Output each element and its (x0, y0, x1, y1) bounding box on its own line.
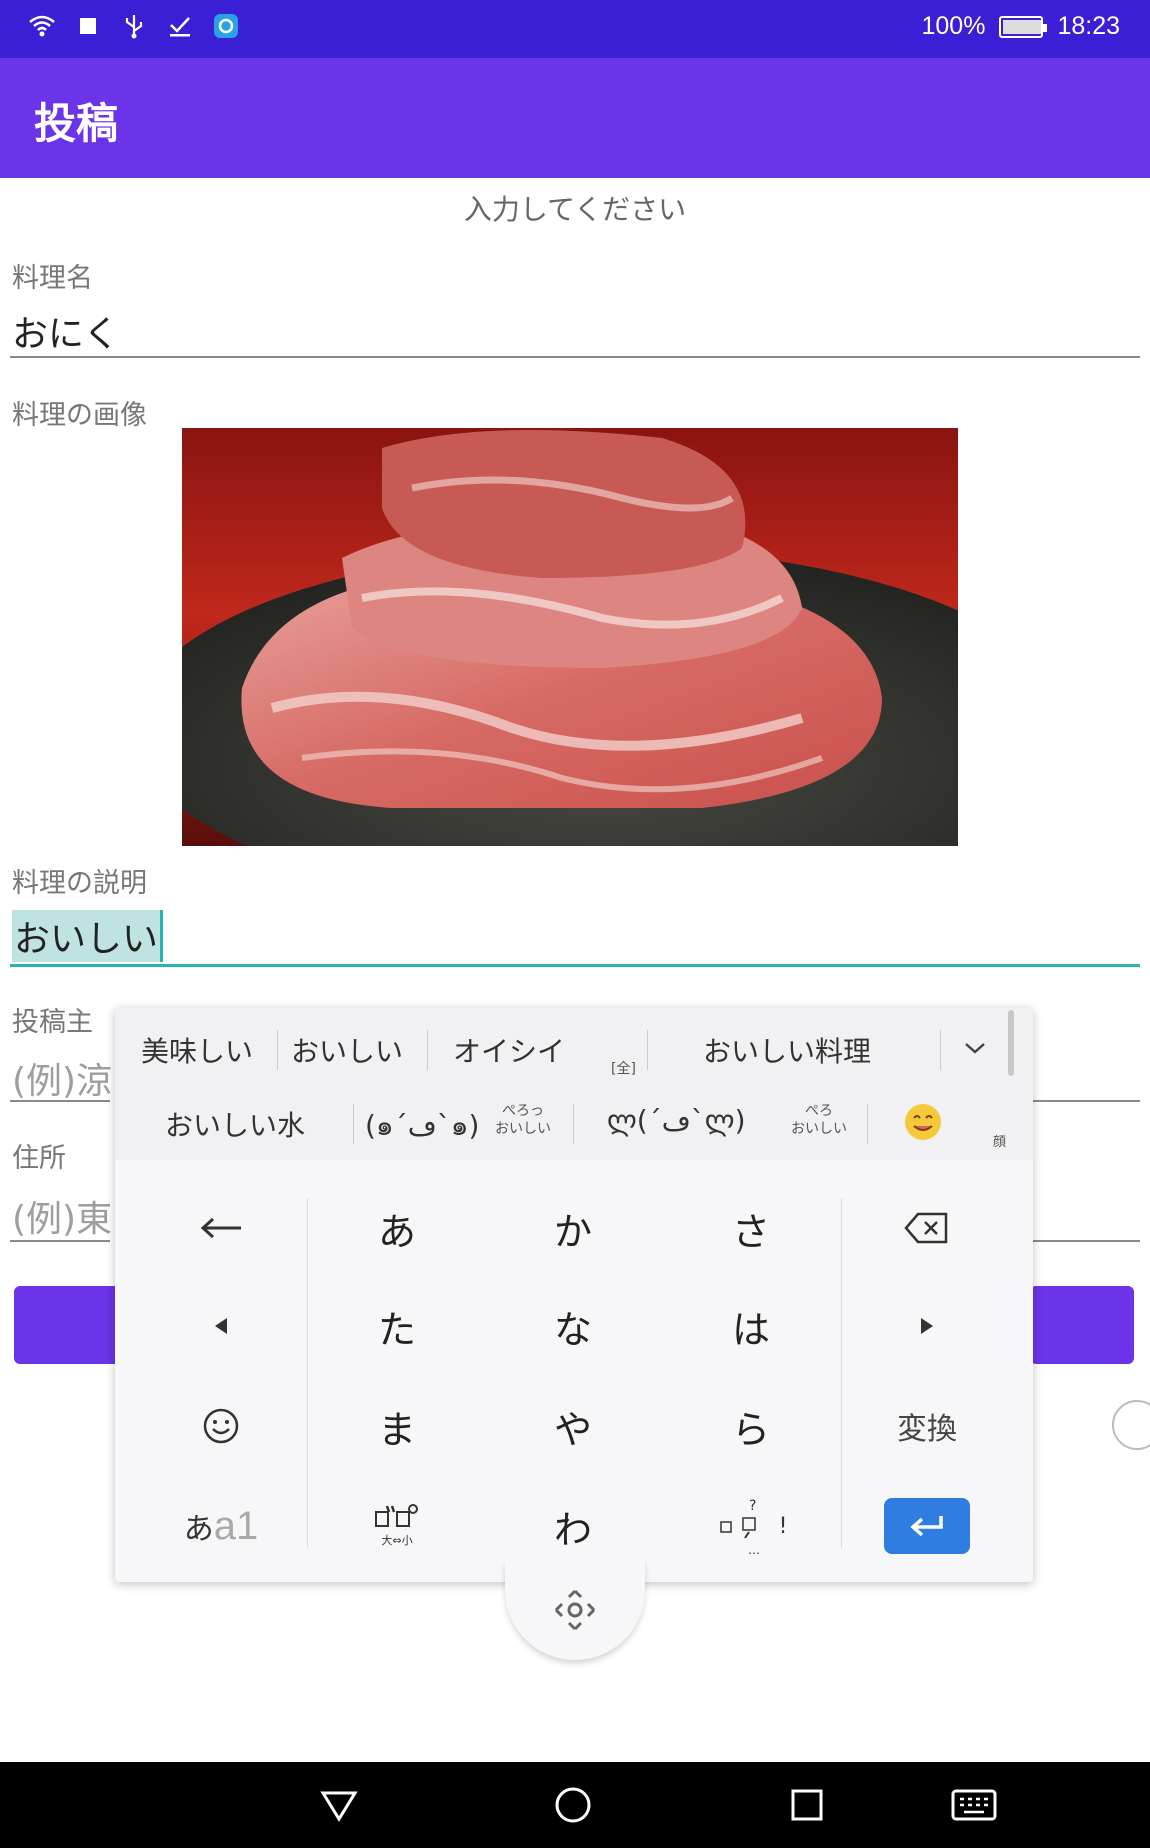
candidate-tag: [全] (611, 1061, 636, 1077)
candidate[interactable]: おいしい水 (165, 1104, 305, 1144)
poster-underline-left (10, 1100, 110, 1102)
key-ha[interactable]: は (663, 1278, 839, 1374)
submit-button-left[interactable] (14, 1286, 124, 1364)
svg-text:…: … (748, 1543, 760, 1556)
app-title: 投稿 (34, 99, 119, 148)
candidate-separator (647, 1030, 648, 1070)
candidate-separator (427, 1030, 428, 1070)
candidate-scrollbar[interactable] (1008, 1010, 1014, 1076)
clock: 18:23 (1057, 12, 1120, 40)
app-bar: 投稿 (0, 58, 1150, 178)
candidate-small-line2: おいしい (791, 1121, 847, 1137)
candidate[interactable]: オイシイ (453, 1030, 565, 1070)
dakuten-sub-label: 大⇔小 (381, 1534, 413, 1547)
svg-text:?: ? (749, 1498, 756, 1514)
backspace-key[interactable] (839, 1180, 1015, 1276)
chevron-down-icon[interactable] (963, 1040, 987, 1060)
address-underline-right (1030, 1240, 1140, 1242)
input-mode-key[interactable]: あ a1 (133, 1478, 309, 1574)
battery-icon (999, 15, 1048, 38)
undo-key[interactable] (133, 1180, 309, 1276)
dish-name-label: 料理名 (12, 263, 93, 294)
candidate[interactable]: 美味しい (141, 1030, 253, 1070)
candidate-small-line1: ぺろ (805, 1103, 833, 1119)
key-ma[interactable]: ま (309, 1378, 485, 1474)
keyboard-move-handle[interactable] (505, 1560, 645, 1660)
description-label: 料理の説明 (12, 868, 147, 899)
dish-name-underline (10, 356, 1140, 358)
address-label: 住所 (12, 1143, 66, 1174)
candidate-separator (940, 1030, 941, 1070)
wifi-icon (28, 12, 56, 40)
candidate[interactable]: ლ(´ڡ`ლ) (607, 1104, 746, 1137)
mode-alpha-label: a1 (213, 1503, 259, 1548)
address-input[interactable]: (例)東 (12, 1190, 112, 1242)
battery-percentage: 100% (921, 12, 986, 40)
address-underline-left (10, 1240, 110, 1242)
key-ka[interactable]: か (485, 1180, 661, 1276)
key-na[interactable]: な (485, 1278, 661, 1374)
candidate-separator (573, 1104, 574, 1144)
navigation-bar (0, 1762, 1150, 1848)
submit-button-right[interactable] (1030, 1286, 1134, 1364)
candidate-separator (867, 1104, 868, 1144)
candidate-small-line1: ぺろっ (502, 1103, 544, 1119)
emoji-key[interactable] (133, 1378, 309, 1474)
candidate-separator (353, 1104, 354, 1144)
candidate-small[interactable]: ぺろ おいしい (791, 1102, 847, 1138)
mode-kana-label: あ (183, 1512, 214, 1547)
back-triangle-icon[interactable] (316, 1782, 362, 1828)
dakuten-key[interactable]: 大⇔小 (309, 1478, 485, 1574)
poster-input[interactable]: (例)涼 (12, 1052, 112, 1104)
download-done-icon (166, 12, 194, 40)
cursor-left-key[interactable] (133, 1278, 309, 1374)
key-ya[interactable]: や (485, 1378, 661, 1474)
radio-circle[interactable] (1112, 1400, 1150, 1450)
key-ta[interactable]: た (309, 1278, 485, 1374)
candidate-small[interactable]: ぺろっ おいしい (495, 1102, 551, 1138)
poster-underline-right (1030, 1100, 1140, 1102)
description-input[interactable]: おいしい (12, 910, 164, 962)
candidate[interactable]: (๑´ڡ`๑) (365, 1104, 479, 1148)
cursor-right-key[interactable] (839, 1278, 1015, 1374)
dish-name-input[interactable]: おにく (12, 305, 119, 357)
status-bar: 100% 18:23 (0, 0, 1150, 58)
home-circle-icon[interactable] (550, 1782, 596, 1828)
punctuation-exclaim: ! (778, 1513, 788, 1539)
candidate[interactable]: おいしい (291, 1030, 403, 1070)
candidate[interactable]: おいしい料理 (703, 1030, 871, 1070)
square-icon (74, 12, 102, 40)
description-underline-focused (10, 964, 1140, 967)
key-a[interactable]: あ (309, 1180, 485, 1276)
punctuation-key[interactable]: ? … ! (663, 1478, 839, 1574)
candidate-tag: 顔 (993, 1135, 1007, 1150)
candidate-bar: 美味しい おいしい オイシイ [全] おいしい料理 おいしい水 (๑´ڡ`๑) … (115, 1008, 1033, 1160)
dish-image-label: 料理の画像 (12, 400, 147, 431)
recents-square-icon[interactable] (784, 1782, 830, 1828)
candidate-separator (277, 1030, 278, 1070)
app-notification-icon (212, 12, 240, 40)
convert-key[interactable]: 変換 (839, 1378, 1015, 1474)
dish-image[interactable] (182, 428, 958, 846)
usb-icon (120, 12, 148, 40)
poster-label: 投稿主 (12, 1007, 93, 1038)
candidate-small-line2: おいしい (495, 1121, 551, 1137)
key-ra[interactable]: ら (663, 1378, 839, 1474)
ime-keyboard: 美味しい おいしい オイシイ [全] おいしい料理 おいしい水 (๑´ڡ`๑) … (115, 1008, 1033, 1582)
form-instruction: 入力してください (463, 193, 687, 226)
enter-key[interactable] (839, 1478, 1015, 1574)
enter-key-background (884, 1498, 970, 1554)
smiley-emoji-candidate[interactable] (903, 1102, 943, 1146)
key-sa[interactable]: さ (663, 1180, 839, 1276)
keyboard-switch-icon[interactable] (946, 1782, 1002, 1828)
